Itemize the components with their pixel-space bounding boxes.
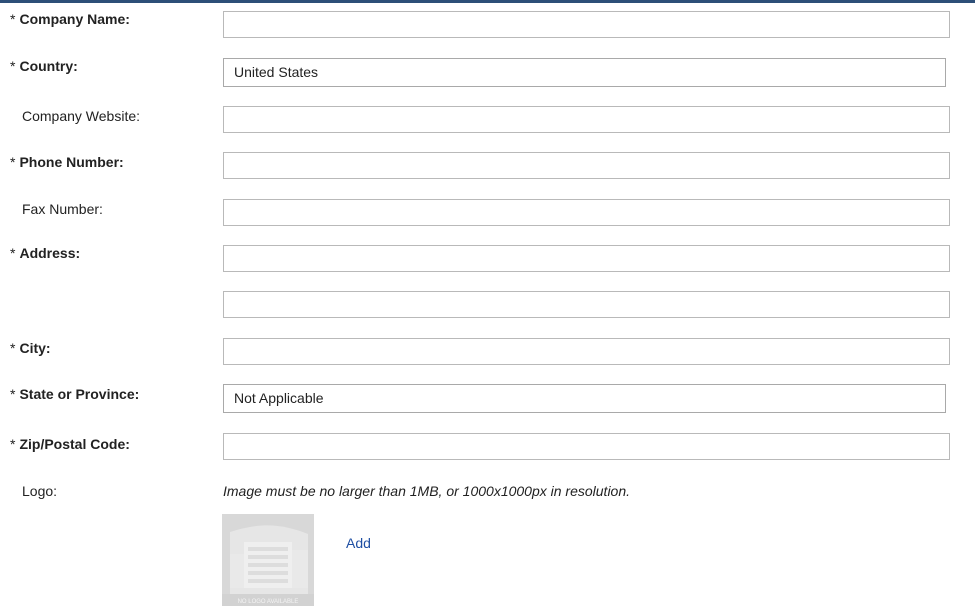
- state-selected-value: Not Applicable: [234, 390, 324, 406]
- company-website-input[interactable]: [223, 106, 950, 133]
- required-marker: *: [10, 386, 16, 402]
- country-select[interactable]: United States: [223, 58, 946, 87]
- address-line2-input[interactable]: [223, 291, 950, 318]
- add-logo-link[interactable]: Add: [346, 535, 371, 551]
- required-marker: *: [10, 11, 16, 27]
- fax-number-label: Fax Number:: [22, 201, 103, 217]
- state-label: * State or Province:: [10, 386, 140, 402]
- fax-number-input[interactable]: [223, 199, 950, 226]
- address-line1-input[interactable]: [223, 245, 950, 272]
- required-marker: *: [10, 436, 16, 452]
- country-selected-value: United States: [234, 64, 319, 80]
- company-form: * Company Name: * Country: United States C…: [0, 0, 975, 613]
- building-placeholder-icon: NO LOGO AVAILABLE: [222, 514, 314, 606]
- zip-input[interactable]: [223, 433, 950, 460]
- zip-label: * Zip/Postal Code:: [10, 436, 130, 452]
- logo-size-note: Image must be no larger than 1MB, or 100…: [223, 483, 631, 499]
- phone-number-input[interactable]: [223, 152, 950, 179]
- city-label: * City:: [10, 340, 51, 356]
- required-marker: *: [10, 245, 16, 261]
- country-label: * Country:: [10, 58, 78, 74]
- company-name-input[interactable]: [223, 11, 950, 38]
- required-marker: *: [10, 340, 16, 356]
- state-select[interactable]: Not Applicable: [223, 384, 946, 413]
- required-marker: *: [10, 58, 16, 74]
- company-name-label: * Company Name:: [10, 11, 130, 27]
- company-website-label: Company Website:: [22, 108, 141, 124]
- no-logo-text: NO LOGO AVAILABLE: [238, 599, 299, 605]
- required-marker: *: [10, 154, 16, 170]
- logo-label: Logo:: [22, 483, 58, 499]
- city-input[interactable]: [223, 338, 950, 365]
- address-label: * Address:: [10, 245, 81, 261]
- phone-number-label: * Phone Number:: [10, 154, 124, 170]
